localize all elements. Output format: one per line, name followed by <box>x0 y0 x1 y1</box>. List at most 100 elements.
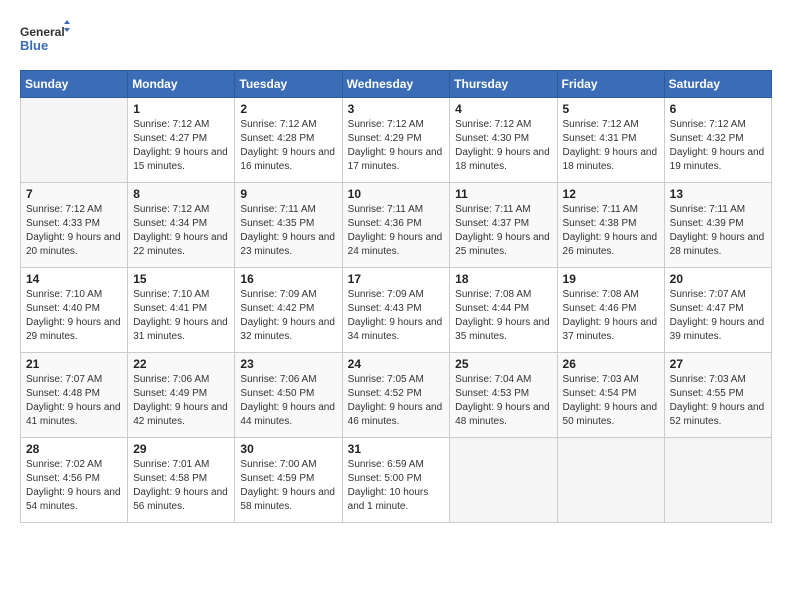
daylight-hours: Daylight: 9 hours and 58 minutes. <box>240 487 335 512</box>
day-number: 24 <box>348 357 445 371</box>
day-number: 7 <box>26 187 122 201</box>
weekday-header-wednesday: Wednesday <box>342 71 450 98</box>
day-info: Sunrise: 7:07 AM Sunset: 4:48 PM Dayligh… <box>26 373 122 429</box>
sunrise-time: Sunrise: 7:11 AM <box>563 204 638 215</box>
calendar-cell: 4 Sunrise: 7:12 AM Sunset: 4:30 PM Dayli… <box>450 98 557 183</box>
daylight-hours: Daylight: 9 hours and 19 minutes. <box>670 147 765 172</box>
day-info: Sunrise: 7:09 AM Sunset: 4:43 PM Dayligh… <box>348 288 445 344</box>
calendar-cell: 30 Sunrise: 7:00 AM Sunset: 4:59 PM Dayl… <box>235 438 342 523</box>
day-info: Sunrise: 7:11 AM Sunset: 4:39 PM Dayligh… <box>670 203 766 259</box>
sunrise-time: Sunrise: 7:02 AM <box>26 459 102 470</box>
day-number: 25 <box>455 357 551 371</box>
sunrise-time: Sunrise: 6:59 AM <box>348 459 424 470</box>
daylight-hours: Daylight: 9 hours and 24 minutes. <box>348 232 443 257</box>
sunset-time: Sunset: 4:59 PM <box>240 473 314 484</box>
sunrise-time: Sunrise: 7:12 AM <box>133 204 209 215</box>
sunrise-time: Sunrise: 7:12 AM <box>348 119 424 130</box>
daylight-hours: Daylight: 9 hours and 16 minutes. <box>240 147 335 172</box>
calendar-header-row: SundayMondayTuesdayWednesdayThursdayFrid… <box>21 71 772 98</box>
sunrise-time: Sunrise: 7:12 AM <box>670 119 746 130</box>
day-number: 15 <box>133 272 229 286</box>
sunset-time: Sunset: 4:33 PM <box>26 218 100 229</box>
day-number: 18 <box>455 272 551 286</box>
daylight-hours: Daylight: 9 hours and 20 minutes. <box>26 232 121 257</box>
day-number: 16 <box>240 272 336 286</box>
sunrise-time: Sunrise: 7:03 AM <box>563 374 639 385</box>
day-info: Sunrise: 7:12 AM Sunset: 4:31 PM Dayligh… <box>563 118 659 174</box>
day-number: 3 <box>348 102 445 116</box>
calendar-cell: 19 Sunrise: 7:08 AM Sunset: 4:46 PM Dayl… <box>557 268 664 353</box>
calendar-cell: 2 Sunrise: 7:12 AM Sunset: 4:28 PM Dayli… <box>235 98 342 183</box>
calendar-week-row: 1 Sunrise: 7:12 AM Sunset: 4:27 PM Dayli… <box>21 98 772 183</box>
day-info: Sunrise: 7:12 AM Sunset: 4:28 PM Dayligh… <box>240 118 336 174</box>
day-number: 13 <box>670 187 766 201</box>
calendar-cell: 24 Sunrise: 7:05 AM Sunset: 4:52 PM Dayl… <box>342 353 450 438</box>
day-info: Sunrise: 7:12 AM Sunset: 4:34 PM Dayligh… <box>133 203 229 259</box>
day-info: Sunrise: 7:06 AM Sunset: 4:49 PM Dayligh… <box>133 373 229 429</box>
calendar-cell <box>664 438 771 523</box>
logo: General Blue <box>20 20 70 60</box>
calendar-cell: 6 Sunrise: 7:12 AM Sunset: 4:32 PM Dayli… <box>664 98 771 183</box>
day-number: 14 <box>26 272 122 286</box>
calendar-cell: 9 Sunrise: 7:11 AM Sunset: 4:35 PM Dayli… <box>235 183 342 268</box>
day-number: 9 <box>240 187 336 201</box>
sunrise-time: Sunrise: 7:06 AM <box>240 374 316 385</box>
sunrise-time: Sunrise: 7:09 AM <box>348 289 424 300</box>
weekday-header-sunday: Sunday <box>21 71 128 98</box>
calendar-cell: 28 Sunrise: 7:02 AM Sunset: 4:56 PM Dayl… <box>21 438 128 523</box>
daylight-hours: Daylight: 9 hours and 29 minutes. <box>26 317 121 342</box>
sunrise-time: Sunrise: 7:08 AM <box>563 289 639 300</box>
sunrise-time: Sunrise: 7:04 AM <box>455 374 531 385</box>
calendar-cell: 23 Sunrise: 7:06 AM Sunset: 4:50 PM Dayl… <box>235 353 342 438</box>
calendar-cell <box>557 438 664 523</box>
calendar-cell: 12 Sunrise: 7:11 AM Sunset: 4:38 PM Dayl… <box>557 183 664 268</box>
sunset-time: Sunset: 4:46 PM <box>563 303 637 314</box>
daylight-hours: Daylight: 9 hours and 22 minutes. <box>133 232 228 257</box>
sunset-time: Sunset: 4:53 PM <box>455 388 529 399</box>
logo-svg: General Blue <box>20 20 70 60</box>
sunrise-time: Sunrise: 7:08 AM <box>455 289 531 300</box>
day-number: 11 <box>455 187 551 201</box>
daylight-hours: Daylight: 9 hours and 26 minutes. <box>563 232 658 257</box>
svg-text:General: General <box>20 25 65 39</box>
calendar-week-row: 7 Sunrise: 7:12 AM Sunset: 4:33 PM Dayli… <box>21 183 772 268</box>
daylight-hours: Daylight: 9 hours and 52 minutes. <box>670 402 765 427</box>
sunrise-time: Sunrise: 7:10 AM <box>133 289 209 300</box>
sunrise-time: Sunrise: 7:12 AM <box>133 119 209 130</box>
calendar-cell: 13 Sunrise: 7:11 AM Sunset: 4:39 PM Dayl… <box>664 183 771 268</box>
calendar-table: SundayMondayTuesdayWednesdayThursdayFrid… <box>20 70 772 523</box>
sunrise-time: Sunrise: 7:09 AM <box>240 289 316 300</box>
day-number: 10 <box>348 187 445 201</box>
calendar-cell: 20 Sunrise: 7:07 AM Sunset: 4:47 PM Dayl… <box>664 268 771 353</box>
sunset-time: Sunset: 4:44 PM <box>455 303 529 314</box>
sunrise-time: Sunrise: 7:03 AM <box>670 374 746 385</box>
day-info: Sunrise: 6:59 AM Sunset: 5:00 PM Dayligh… <box>348 458 445 514</box>
sunrise-time: Sunrise: 7:06 AM <box>133 374 209 385</box>
sunrise-time: Sunrise: 7:11 AM <box>455 204 530 215</box>
day-number: 1 <box>133 102 229 116</box>
sunset-time: Sunset: 4:30 PM <box>455 133 529 144</box>
sunset-time: Sunset: 4:39 PM <box>670 218 744 229</box>
day-number: 28 <box>26 442 122 456</box>
day-info: Sunrise: 7:02 AM Sunset: 4:56 PM Dayligh… <box>26 458 122 514</box>
sunset-time: Sunset: 4:54 PM <box>563 388 637 399</box>
daylight-hours: Daylight: 9 hours and 37 minutes. <box>563 317 658 342</box>
day-info: Sunrise: 7:08 AM Sunset: 4:44 PM Dayligh… <box>455 288 551 344</box>
svg-text:Blue: Blue <box>20 38 48 53</box>
day-number: 12 <box>563 187 659 201</box>
day-info: Sunrise: 7:03 AM Sunset: 4:54 PM Dayligh… <box>563 373 659 429</box>
sunset-time: Sunset: 4:40 PM <box>26 303 100 314</box>
sunset-time: Sunset: 4:50 PM <box>240 388 314 399</box>
calendar-cell: 5 Sunrise: 7:12 AM Sunset: 4:31 PM Dayli… <box>557 98 664 183</box>
calendar-cell <box>450 438 557 523</box>
daylight-hours: Daylight: 9 hours and 18 minutes. <box>455 147 550 172</box>
calendar-cell: 14 Sunrise: 7:10 AM Sunset: 4:40 PM Dayl… <box>21 268 128 353</box>
daylight-hours: Daylight: 9 hours and 50 minutes. <box>563 402 658 427</box>
day-info: Sunrise: 7:08 AM Sunset: 4:46 PM Dayligh… <box>563 288 659 344</box>
calendar-cell: 10 Sunrise: 7:11 AM Sunset: 4:36 PM Dayl… <box>342 183 450 268</box>
sunset-time: Sunset: 4:32 PM <box>670 133 744 144</box>
calendar-week-row: 21 Sunrise: 7:07 AM Sunset: 4:48 PM Dayl… <box>21 353 772 438</box>
weekday-header-tuesday: Tuesday <box>235 71 342 98</box>
sunset-time: Sunset: 4:55 PM <box>670 388 744 399</box>
day-number: 8 <box>133 187 229 201</box>
